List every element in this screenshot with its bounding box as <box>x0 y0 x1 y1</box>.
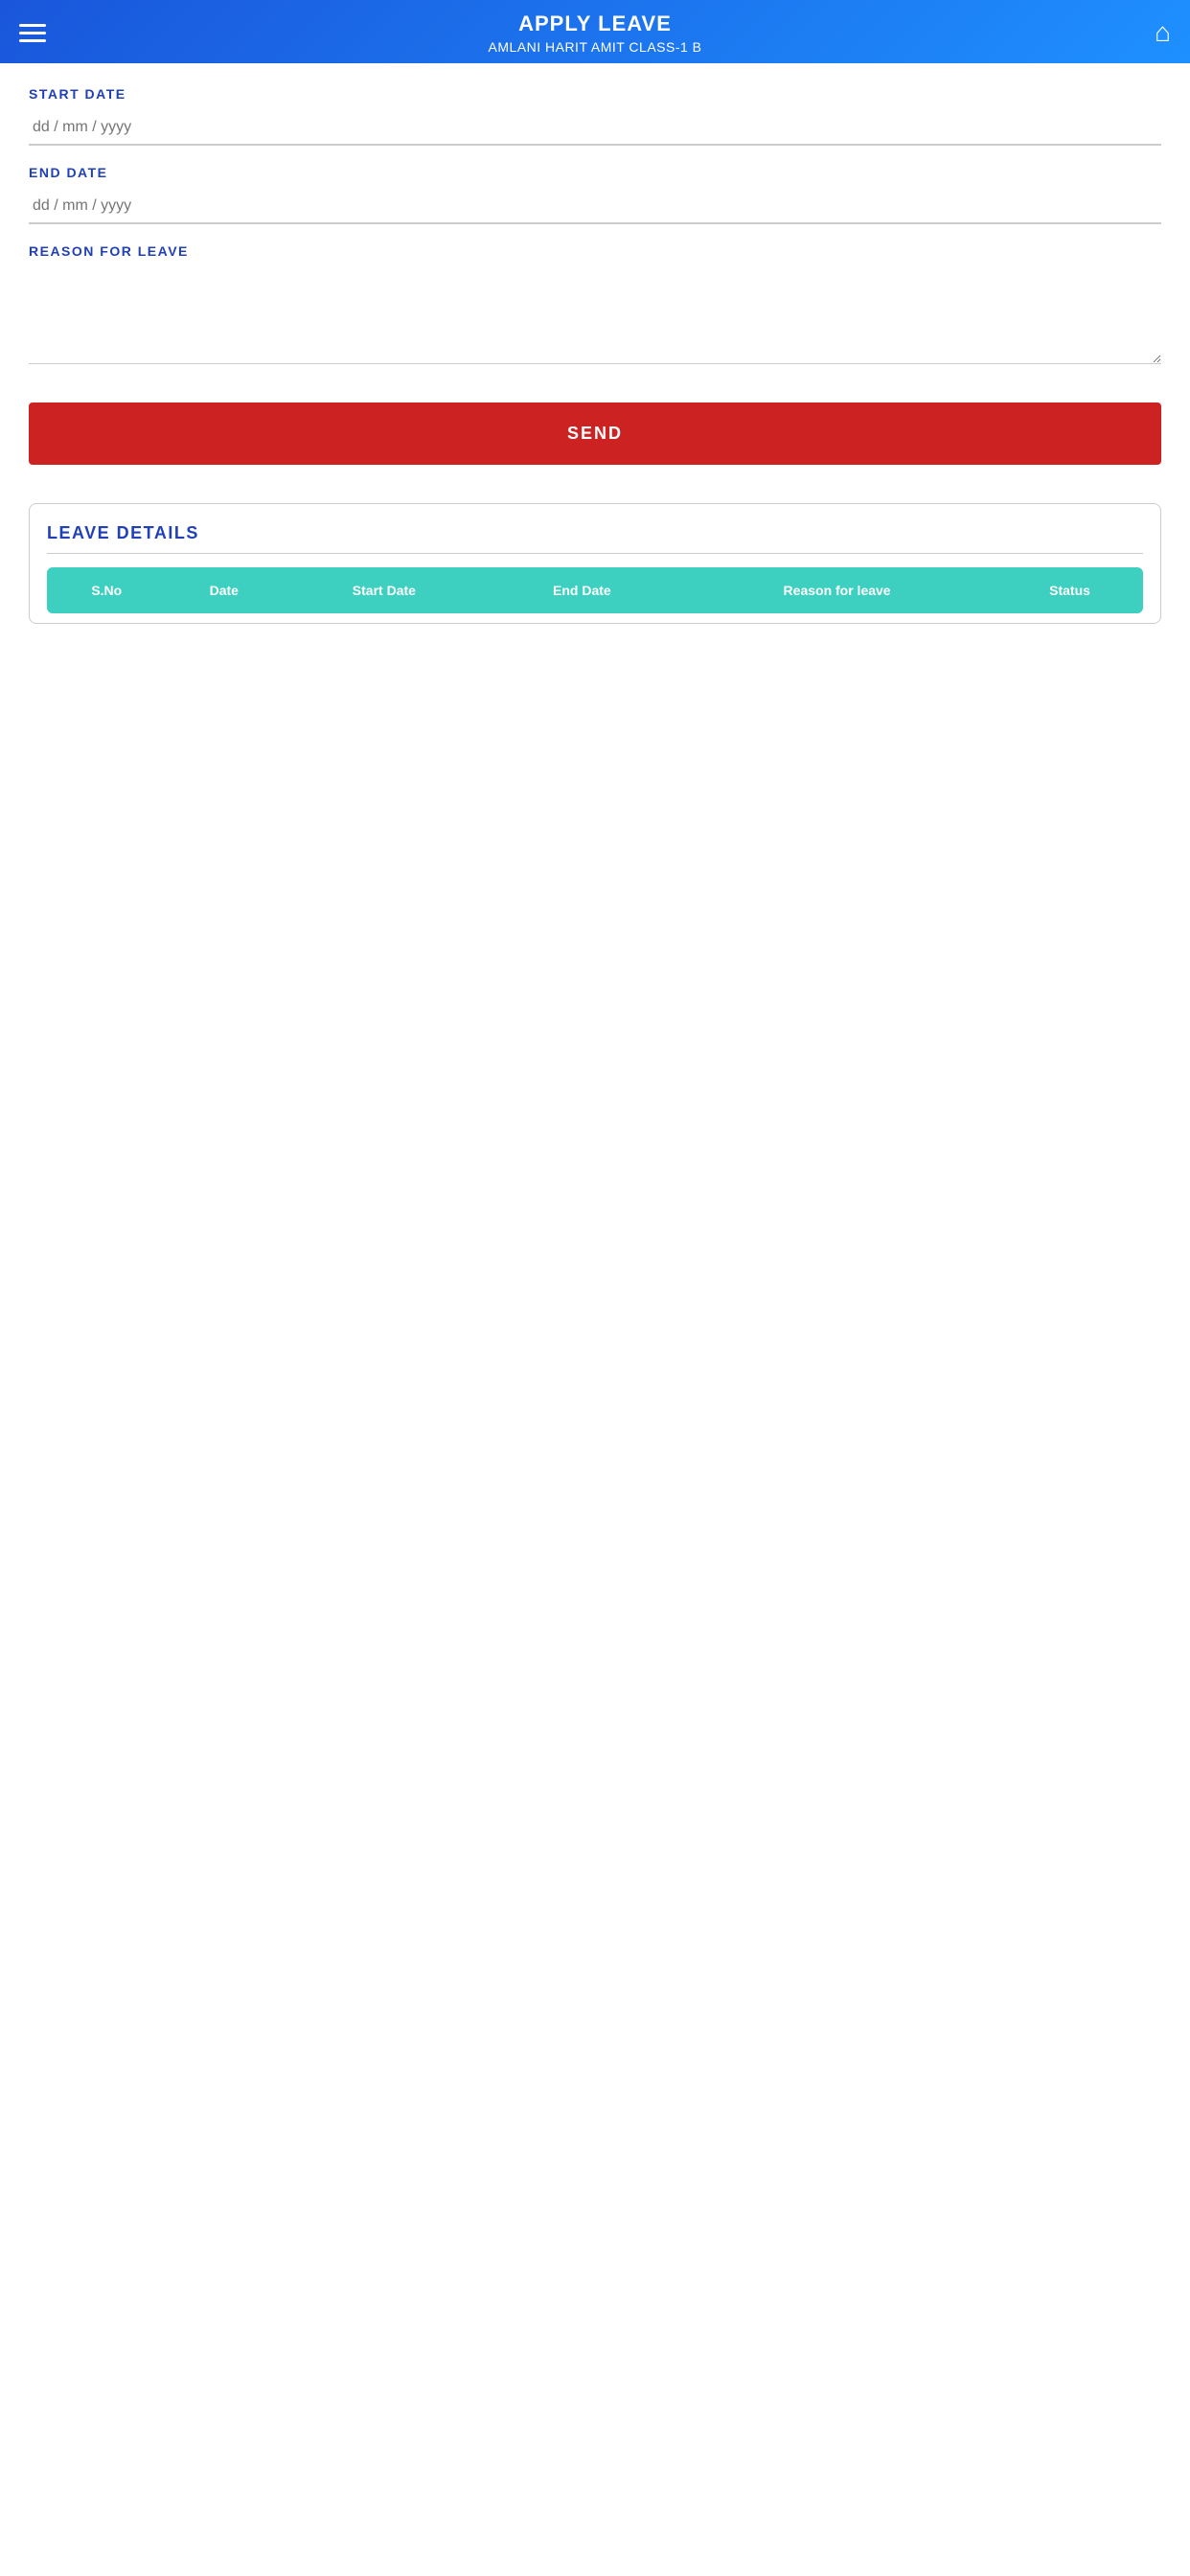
col-reason: Reason for leave <box>677 567 996 613</box>
reason-textarea[interactable] <box>29 268 1161 364</box>
end-date-group: END DATE <box>29 165 1161 224</box>
leave-details-title: LEAVE DETAILS <box>47 523 1143 554</box>
end-date-divider <box>29 223 1161 224</box>
start-date-label: START DATE <box>29 86 1161 102</box>
leave-details-card: LEAVE DETAILS S.No Date Start Date End D… <box>29 503 1161 624</box>
header: APPLY LEAVE AMLANI HARIT AMIT CLASS-1 B … <box>0 0 1190 63</box>
start-date-input[interactable] <box>29 111 1161 145</box>
header-subtitle: AMLANI HARIT AMIT CLASS-1 B <box>488 39 701 55</box>
table-header: S.No Date Start Date End Date Reason for… <box>47 567 1143 613</box>
start-date-group: START DATE <box>29 86 1161 146</box>
col-sno: S.No <box>47 567 167 613</box>
start-date-divider <box>29 145 1161 146</box>
end-date-input[interactable] <box>29 190 1161 223</box>
header-center: APPLY LEAVE AMLANI HARIT AMIT CLASS-1 B <box>488 12 701 55</box>
col-start-date: Start Date <box>282 567 487 613</box>
reason-group: REASON FOR LEAVE <box>29 243 1161 364</box>
table-header-row: S.No Date Start Date End Date Reason for… <box>47 567 1143 613</box>
col-end-date: End Date <box>487 567 677 613</box>
home-icon[interactable]: ⌂ <box>1155 17 1171 48</box>
col-status: Status <box>996 567 1143 613</box>
reason-label: REASON FOR LEAVE <box>29 243 1161 259</box>
send-button[interactable]: SEND <box>29 402 1161 465</box>
menu-icon[interactable] <box>19 24 46 42</box>
end-date-label: END DATE <box>29 165 1161 180</box>
col-date: Date <box>167 567 283 613</box>
main-content: START DATE END DATE REASON FOR LEAVE SEN… <box>0 63 1190 647</box>
leave-details-table: S.No Date Start Date End Date Reason for… <box>47 567 1143 613</box>
page-title: APPLY LEAVE <box>488 12 701 36</box>
